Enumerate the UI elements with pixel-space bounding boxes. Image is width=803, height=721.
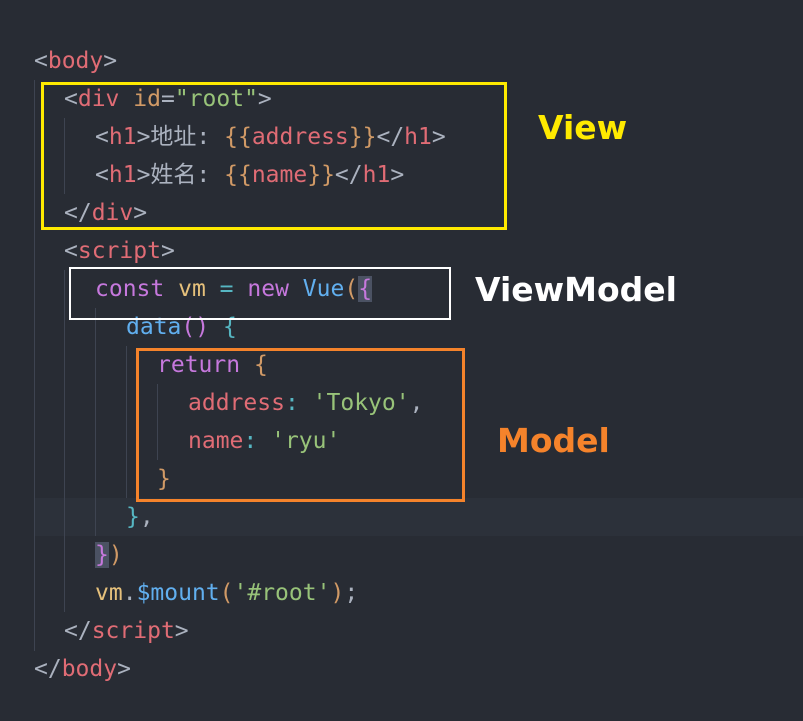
brace: } — [126, 504, 140, 530]
tag-name: script — [91, 618, 175, 644]
view-label: View — [538, 108, 628, 147]
tag-bracket: > — [160, 238, 175, 264]
object-name: vm — [95, 580, 123, 606]
code-line-6: <script> — [64, 232, 175, 270]
indent-guide — [95, 308, 96, 536]
paren: ) — [330, 580, 345, 606]
tag-name: script — [77, 238, 161, 264]
code-line-15: vm.$mount('#root'); — [95, 574, 358, 612]
view-box — [41, 82, 507, 230]
tag-bracket: < — [34, 48, 48, 74]
code-diagram: <body> <div id="root"> <h1>地址: {{address… — [0, 0, 803, 721]
tag-bracket: > — [174, 618, 189, 644]
method-name: $mount — [136, 580, 220, 606]
code-line-16: </script> — [64, 612, 189, 650]
paren: ) — [108, 542, 123, 568]
tag-bracket: > — [117, 656, 131, 682]
indent-guide — [126, 346, 127, 498]
tag-name: body — [47, 48, 104, 74]
string-value: '#root' — [233, 580, 331, 606]
tag-bracket: > — [103, 48, 118, 74]
tag-bracket: < — [64, 238, 78, 264]
tag-bracket: </ — [34, 656, 62, 682]
viewmodel-box — [69, 267, 451, 320]
indent-guide — [34, 80, 35, 651]
code-line-13: }, — [126, 498, 154, 536]
viewmodel-label: ViewModel — [475, 270, 677, 309]
code-line-1: <body> — [34, 42, 117, 80]
code-line-17: </body> — [34, 650, 131, 688]
tag-name: body — [61, 656, 118, 682]
model-box — [136, 348, 465, 502]
semicolon: ; — [344, 580, 359, 606]
indent-guide — [64, 270, 65, 612]
model-label: Model — [497, 421, 610, 460]
paren: ( — [219, 580, 234, 606]
tag-bracket: </ — [64, 618, 92, 644]
dot: . — [122, 580, 137, 606]
code-line-14: }) — [95, 536, 123, 574]
brace: } — [95, 542, 109, 568]
comma: , — [139, 504, 154, 530]
